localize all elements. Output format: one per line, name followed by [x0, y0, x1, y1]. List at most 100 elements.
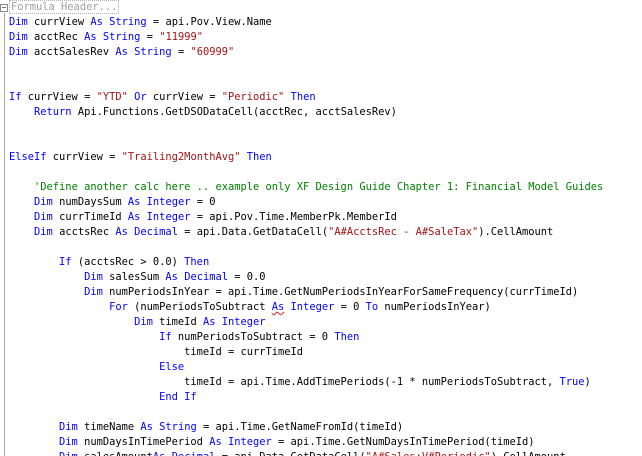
code-line[interactable]: If currView = "YTD" Or currView = "Perio… — [9, 90, 603, 105]
code-line[interactable] — [9, 240, 603, 255]
code-line[interactable]: Dim salesSum As Decimal = 0.0 — [9, 270, 603, 285]
keyword-token: As — [84, 31, 97, 43]
code-token: acctRec — [27, 31, 85, 43]
code-line[interactable]: timeId = currTimeId — [9, 345, 603, 360]
keyword-token: Dim — [59, 421, 78, 433]
string-token: "11999" — [159, 31, 203, 43]
keyword-token: As — [202, 316, 216, 328]
formula-header-line[interactable]: Formula Header... — [9, 0, 603, 15]
code-line[interactable]: For (numPeriodsToSubtract As Integer = 0… — [9, 300, 603, 315]
keyword-token: If — [9, 91, 22, 103]
code-line[interactable]: Dim timeName As String = api.Time.GetNam… — [9, 420, 603, 435]
code-line[interactable]: If (acctsRec > 0.0) Then — [9, 255, 603, 270]
code-line[interactable]: Else — [9, 360, 603, 375]
keyword-token: Integer — [290, 301, 335, 313]
code-token: currView = — [146, 91, 222, 103]
code-token: numPeriodsInYear = api.Time.GetNumPeriod… — [102, 286, 579, 298]
code-line[interactable] — [9, 60, 603, 75]
keyword-token: String — [134, 46, 172, 58]
code-token: = api.Time.GetNameFromId(timeId) — [196, 421, 404, 433]
string-token: "Trailing2MonthAvg" — [121, 151, 241, 163]
code-token: = api.Data.GetDataCell( — [177, 226, 329, 238]
code-line[interactable] — [9, 120, 603, 135]
code-line[interactable]: Dim numDaysInTimePeriod As Integer = api… — [9, 435, 603, 450]
collapse-icon[interactable]: − — [0, 4, 8, 12]
code-line[interactable] — [9, 135, 603, 150]
keyword-token: As — [127, 211, 141, 223]
code-line[interactable]: Dim numPeriodsInYear = api.Time.GetNumPe… — [9, 285, 603, 300]
code-token: numPeriodsInYear) — [378, 301, 491, 313]
code-line[interactable]: 'Define another calc here .. example onl… — [9, 180, 603, 195]
code-line[interactable]: Dim currTimeId As Integer = api.Pov.Time… — [9, 210, 603, 225]
comment-token: 'Define another calc here .. example onl… — [34, 181, 604, 193]
code-token: timeId = currTimeId — [9, 346, 304, 358]
keyword-token: Integer — [227, 436, 272, 448]
code-token: = 0 — [190, 196, 216, 208]
code-line[interactable]: Dim acctSalesRev As String = "60999" — [9, 45, 603, 60]
keyword-token: Decimal — [134, 226, 178, 238]
keyword-token: Or — [134, 91, 147, 103]
code-line[interactable]: timeId = api.Time.AddTimePeriods(-1 * nu… — [9, 375, 603, 390]
code-token: currView — [27, 16, 91, 28]
keyword-token: Dim — [9, 46, 28, 58]
keyword-token: As — [127, 196, 141, 208]
code-token: = api.Pov.View.Name — [146, 16, 272, 28]
code-line[interactable]: Dim currView As String = api.Pov.View.Na… — [9, 15, 603, 30]
keyword-token: Integer — [221, 316, 266, 328]
code-token: Api.Functions.GetDSODataCell(acctRec, ac… — [71, 106, 397, 118]
code-line[interactable]: Dim numDaysSum As Integer = 0 — [9, 195, 603, 210]
code-line[interactable]: Dim timeId As Integer — [9, 315, 603, 330]
code-line[interactable]: If numPeriodsToSubtract = 0 Then — [9, 330, 603, 345]
code-token: = api.Time.GetNumDaysInTimePeriod(timeId… — [271, 436, 535, 448]
keyword-token: Dim — [59, 436, 78, 448]
code-lines[interactable]: Formula Header... Dim currView As String… — [9, 0, 603, 456]
keyword-token: For — [109, 301, 128, 313]
code-line[interactable] — [9, 405, 603, 420]
keyword-token: Then — [184, 256, 210, 268]
code-editor[interactable]: − Formula Header... Dim currView As Stri… — [0, 0, 642, 456]
keyword-token: As — [140, 421, 153, 433]
code-line[interactable]: Dim acctRec As String = "11999" — [9, 30, 603, 45]
keyword-token: As — [271, 301, 285, 313]
keyword-token: Dim — [34, 196, 53, 208]
code-line[interactable]: ElseIf currView = "Trailing2MonthAvg" Th… — [9, 150, 603, 165]
code-line[interactable]: Dim acctsRec As Decimal = api.Data.GetDa… — [9, 225, 603, 240]
code-line[interactable] — [9, 75, 603, 90]
keyword-token: As — [115, 226, 128, 238]
code-token: salesAmount — [78, 451, 153, 456]
code-line[interactable]: Dim salesAmountAs Decimal = api.Data.Get… — [9, 450, 603, 456]
keyword-token: Dim — [9, 31, 28, 43]
code-line[interactable]: End If — [9, 390, 603, 405]
formula-header-placeholder[interactable]: Formula Header... — [9, 0, 120, 14]
keyword-token: Dim — [59, 451, 78, 456]
keyword-token: Dim — [84, 271, 103, 283]
keyword-token: String — [102, 31, 141, 43]
fold-guide-line — [4, 13, 5, 456]
code-line[interactable]: Return Api.Functions.GetDSODataCell(acct… — [9, 105, 603, 120]
keyword-token: As — [165, 271, 178, 283]
keyword-token: True — [559, 376, 585, 388]
code-token: timeId = api.Time.AddTimePeriods(-1 * nu… — [9, 376, 560, 388]
keyword-token: String — [159, 421, 197, 433]
code-token: = api.Data.GetDataCell( — [215, 451, 366, 456]
code-token: = 0 — [334, 301, 366, 313]
keyword-token: Decimal — [184, 271, 228, 283]
code-token: numDaysInTimePeriod — [77, 436, 210, 448]
code-token: currView = — [21, 91, 97, 103]
keyword-token: As — [115, 46, 128, 58]
code-token: = 0.0 — [228, 271, 266, 283]
code-line[interactable] — [9, 165, 603, 180]
keyword-token: Else — [159, 361, 185, 373]
keyword-token: As — [209, 436, 222, 448]
keyword-token: Dim — [34, 211, 53, 223]
code-token: = — [171, 46, 191, 58]
